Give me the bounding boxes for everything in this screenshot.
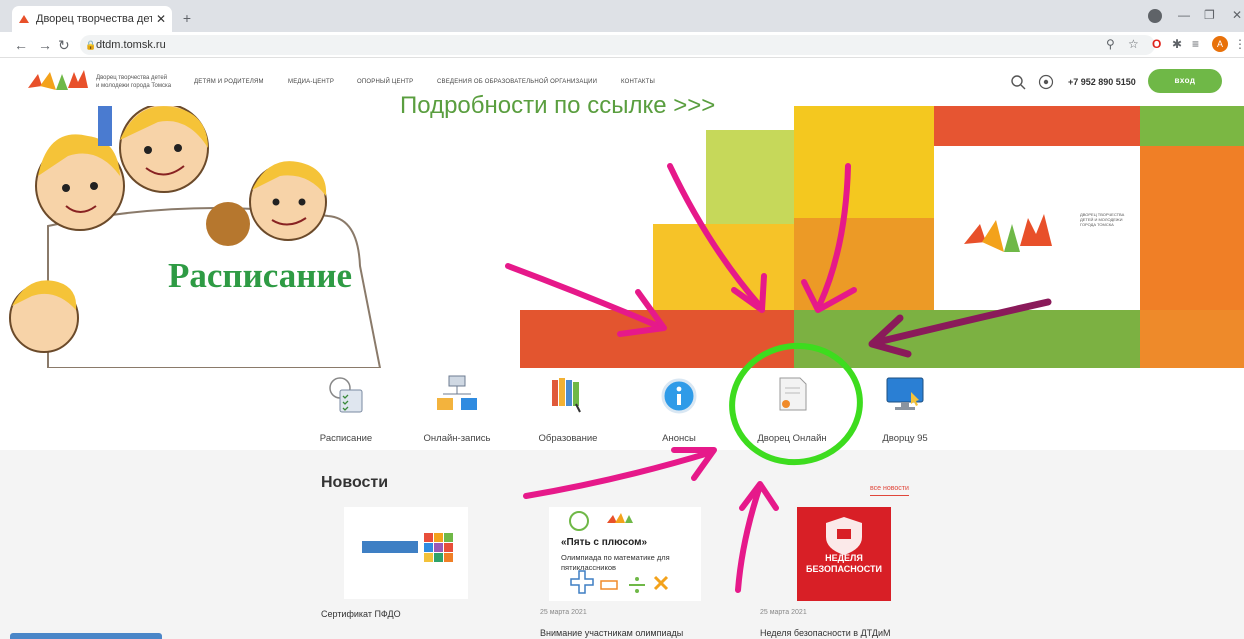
url-text: dtdm.tomsk.ru	[96, 39, 166, 51]
tile-label: Анонсы	[662, 433, 696, 444]
new-tab-button[interactable]: +	[178, 9, 196, 27]
logo-line-2: и молодежи города Томска	[96, 83, 172, 89]
all-news-link[interactable]: все новости	[870, 485, 909, 496]
certificate-icon	[779, 377, 807, 411]
chat-widget-tab[interactable]	[10, 633, 162, 639]
tile-label: Дворец Онлайн	[757, 433, 827, 444]
maximize-button[interactable]: ❐	[1204, 8, 1215, 22]
browser-tab-strip: Дворец творчества детей и мо ✕ + — ❐ ✕	[0, 0, 1244, 32]
info-icon	[661, 378, 697, 414]
more-menu-icon[interactable]: ⋮	[1234, 37, 1244, 51]
browser-tab[interactable]: Дворец творчества детей и мо ✕	[12, 6, 172, 32]
minimize-button[interactable]: —	[1178, 8, 1190, 22]
olympiad-image-subtitle: Олимпиада по математике для пятиклассник…	[561, 553, 670, 572]
address-toolbar: ← → ↻ 🔒 dtdm.tomsk.ru ⚲ ☆ O ✱ ≡ A ⋮	[0, 32, 1244, 58]
logo-line-1: Дворец творчества детей	[96, 75, 168, 81]
banner-artwork	[9, 106, 1244, 368]
news-heading: Новости	[321, 474, 389, 491]
tile-online-signup[interactable]: Онлайн-запись	[407, 368, 507, 444]
tile-palace-95[interactable]: Дворцу 95	[855, 368, 955, 444]
menu-item-children-parents[interactable]: Детям и родителям	[194, 79, 264, 85]
safety-image-title: НЕДЕЛЯ БЕЗОПАСНОСТИ	[806, 553, 882, 574]
menu-item-support-center[interactable]: Опорный центр	[357, 79, 413, 85]
tile-palace-online[interactable]: Дворец Онлайн	[742, 368, 842, 444]
olympiad-image-title: «Пять с плюсом»	[561, 537, 648, 548]
login-button[interactable]: вход	[1148, 69, 1222, 93]
news-caption-olympiad[interactable]: Внимание участникам олимпиады	[540, 628, 683, 638]
monitor-icon	[886, 377, 924, 410]
tile-announcements[interactable]: Анонсы	[629, 368, 729, 444]
schedule-icon	[329, 377, 363, 413]
forward-arrow-icon[interactable]: →	[38, 36, 52, 54]
menu-item-media-center[interactable]: Медиа-центр	[288, 79, 334, 85]
tab-title: Дворец творчества детей и мо	[36, 13, 152, 25]
profile-circle-icon[interactable]	[1148, 9, 1162, 23]
online-signup-icon	[437, 375, 477, 410]
tile-label: Расписание	[319, 433, 373, 444]
tile-label: Дворцу 95	[882, 433, 928, 444]
bookmark-star-icon[interactable]: ☆	[1128, 37, 1139, 51]
back-arrow-icon[interactable]: ←	[14, 36, 28, 54]
news-caption-pfdo[interactable]: Сертификат ПФДО	[321, 609, 401, 619]
address-bar[interactable]: 🔒 dtdm.tomsk.ru	[80, 35, 1155, 55]
extensions-puzzle-icon[interactable]: ✱	[1172, 37, 1182, 51]
pfdo-logo-icon	[362, 533, 453, 562]
search-icon[interactable]	[1010, 74, 1026, 90]
account-avatar[interactable]: A	[1212, 36, 1228, 52]
banner-logo-text: ДВОРЕЦ ТВОРЧЕСТВА ДЕТЕЙ И МОЛОДЕЖИ ГОРОД…	[1080, 212, 1125, 227]
accessibility-eye-icon[interactable]	[1038, 74, 1054, 90]
news-image-safety-week[interactable]: НЕДЕЛЯ БЕЗОПАСНОСТИ	[797, 507, 891, 601]
quick-links: Расписание Онлайн-запись Образование Ано…	[0, 368, 1244, 450]
reload-icon[interactable]: ↻	[58, 36, 70, 54]
phone-number[interactable]: +7 952 890 5150	[1068, 77, 1136, 87]
menu-item-contacts[interactable]: Контакты	[621, 79, 655, 85]
tile-label: Онлайн-запись	[423, 433, 491, 444]
tile-schedule[interactable]: Расписание	[296, 368, 396, 444]
opera-extension-icon[interactable]: O	[1152, 37, 1161, 51]
site-logo-text: Дворец творчества детей и молодежи город…	[96, 74, 186, 90]
news-caption-safety[interactable]: Неделя безопасности в ДТДиМ	[760, 628, 890, 638]
media-queue-icon[interactable]: ≡	[1192, 37, 1199, 51]
news-image-pfdo[interactable]	[344, 507, 468, 599]
zoom-icon[interactable]: ⚲	[1106, 37, 1115, 51]
site-favicon-icon	[19, 15, 29, 23]
tile-education[interactable]: Образование	[518, 368, 618, 444]
news-date-safety: 25 марта 2021	[760, 609, 807, 616]
banner-caption: Подробности по ссылке >>>	[400, 92, 716, 119]
tile-label: Образование	[538, 433, 598, 444]
news-image-olympiad[interactable]: «Пять с плюсом» Олимпиада по математике …	[549, 507, 701, 601]
news-date-olympiad: 25 марта 2021	[540, 609, 587, 616]
tab-close-icon[interactable]: ✕	[156, 12, 166, 26]
hero-banner[interactable]	[8, 106, 1244, 368]
site-logo-icon[interactable]	[28, 66, 90, 96]
menu-item-org-info[interactable]: Сведения об образовательной организации	[437, 79, 597, 85]
close-window-button[interactable]: ✕	[1232, 8, 1242, 22]
books-icon	[552, 378, 581, 413]
lock-icon: 🔒	[85, 40, 97, 50]
banner-schedule-title: Расписание	[168, 256, 353, 295]
